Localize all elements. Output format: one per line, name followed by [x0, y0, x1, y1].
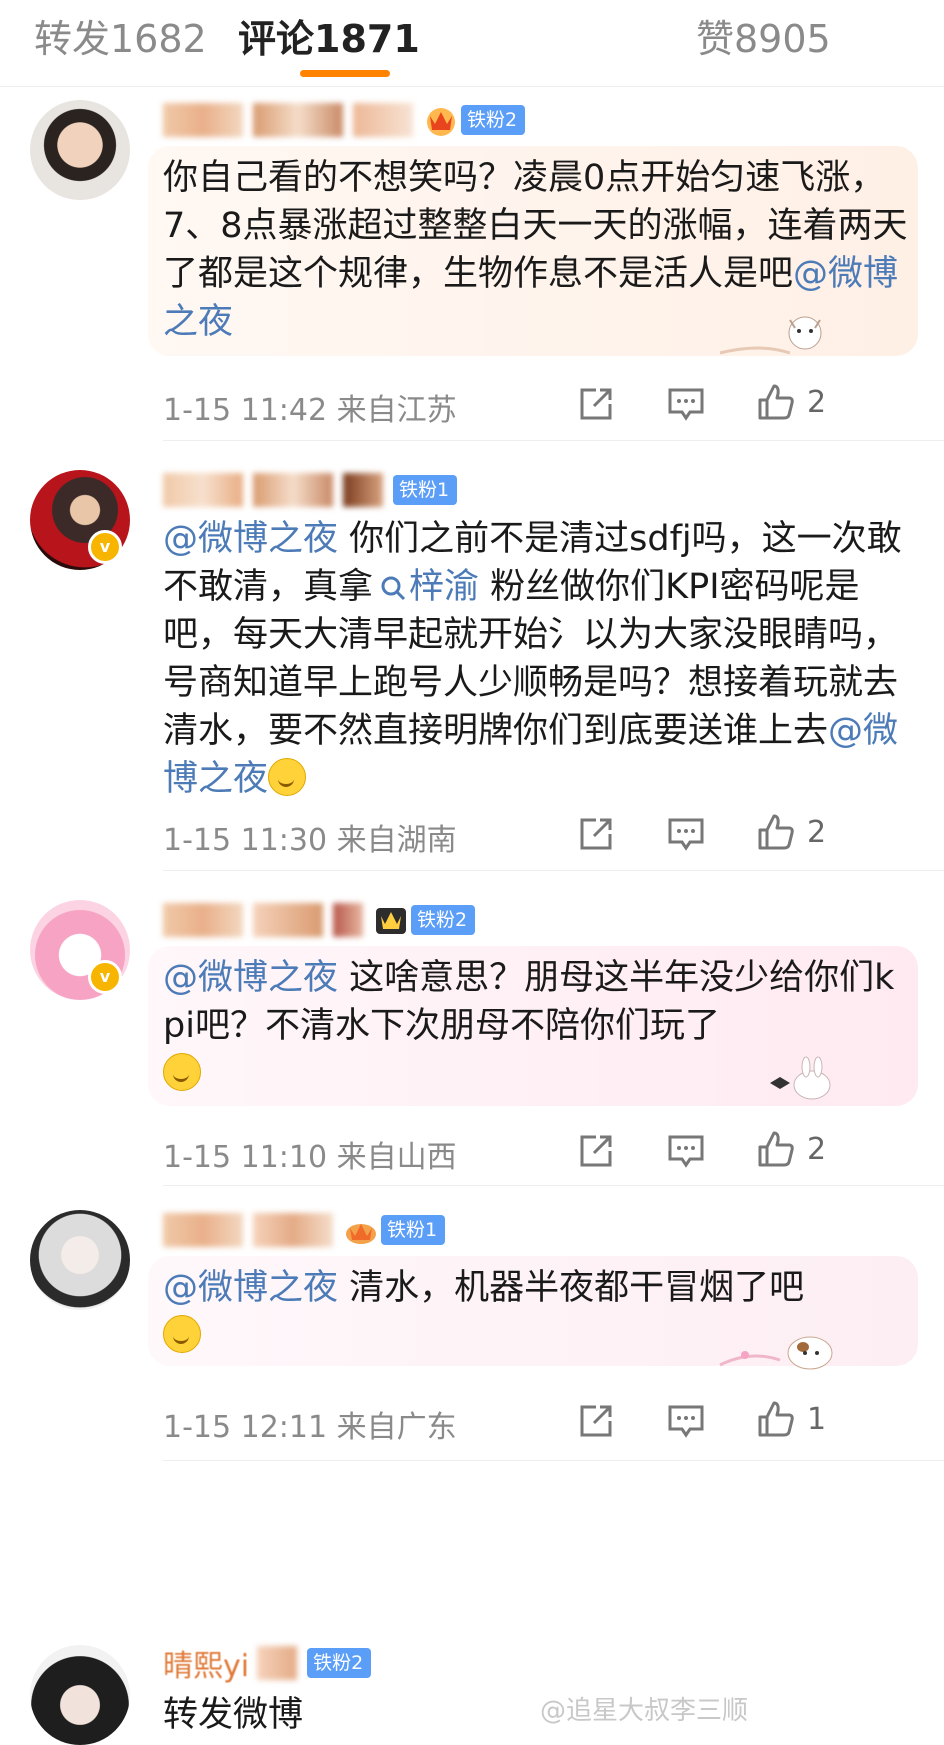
like-icon[interactable] [756, 1129, 796, 1169]
share-icon[interactable] [576, 1131, 616, 1171]
comment-text: 转发微博 [163, 1695, 304, 1735]
username[interactable]: 铁粉1 [163, 1210, 446, 1250]
comment-icon[interactable] [666, 384, 706, 424]
like-count: 2 [807, 385, 827, 420]
like-count: 2 [807, 1132, 827, 1167]
comment-time: 1-15 11:30 来自湖南 [163, 823, 457, 858]
comment-icon[interactable] [666, 1401, 706, 1441]
divider [163, 1460, 944, 1461]
comment-text: @微博之夜 这啥意思？朋母这半年没少给你们kpi吧？不清水下次朋母不陪你们玩了 [163, 954, 913, 1098]
mention-link[interactable]: @微博之夜 [163, 519, 338, 559]
comment-time: 1-15 11:42 来自江苏 [163, 393, 457, 428]
like-count: 1 [807, 1402, 827, 1437]
comment-icon[interactable] [666, 814, 706, 854]
like-icon[interactable] [756, 812, 796, 852]
comment-location: 来自江苏 [336, 393, 457, 428]
smile-emoji-icon [163, 1315, 201, 1353]
search-link[interactable]: 梓渝 [373, 567, 479, 607]
share-icon[interactable] [576, 384, 616, 424]
comment-time: 1-15 11:10 来自山西 [163, 1140, 457, 1175]
username[interactable]: 晴熙yi 铁粉2 [163, 1643, 372, 1684]
crown-icon [427, 108, 455, 136]
avatar[interactable] [30, 100, 130, 200]
active-tab-indicator [300, 70, 390, 77]
divider [163, 1185, 944, 1186]
fan-badge: 铁粉2 [461, 105, 526, 135]
smile-emoji-icon [163, 1053, 201, 1091]
crown-icon [376, 908, 406, 934]
fan-badge: 铁粉2 [411, 905, 476, 935]
tab-comments[interactable]: 评论1871 [238, 8, 420, 63]
comment-item: 晴熙yi 铁粉2 转发微博 [0, 1625, 944, 1745]
like-count: 2 [807, 815, 827, 850]
crown-icon [346, 1224, 376, 1244]
divider [163, 440, 944, 441]
tab-likes[interactable]: 赞8905 [696, 8, 831, 63]
fan-badge: 铁粉1 [393, 475, 458, 505]
comment-text: 你自己看的不想笑吗？凌晨0点开始匀速飞涨，7、8点暴涨超过整整白天一天的涨幅，连… [163, 158, 908, 342]
avatar[interactable] [30, 1645, 130, 1745]
comment-location: 来自广东 [336, 1410, 457, 1445]
share-icon[interactable] [576, 814, 616, 854]
comment-item: 铁粉1 @微博之夜 清水，机器半夜都干冒烟了吧 1-15 12:11 来自广东 … [0, 1190, 944, 1480]
comment-item: 铁粉2 你自己看的不想笑吗？凌晨0点开始匀速飞涨，7、8点暴涨超过整整白天一天的… [0, 80, 944, 441]
divider [163, 870, 944, 871]
username-text: 晴熙yi [163, 1649, 250, 1684]
mention-link[interactable]: @微博之夜 [163, 958, 338, 998]
avatar[interactable] [30, 1210, 130, 1310]
comment-location: 来自山西 [336, 1140, 457, 1175]
watermark: @追星大叔李三顺 [540, 1696, 749, 1726]
vip-badge-icon: v [88, 530, 122, 564]
username[interactable]: 铁粉2 [163, 900, 476, 940]
fan-badge: 铁粉1 [381, 1215, 446, 1245]
smile-emoji-icon [268, 758, 307, 796]
comment-time: 1-15 12:11 来自广东 [163, 1410, 457, 1445]
share-icon[interactable] [576, 1401, 616, 1441]
comment-tabs: 转发1682 评论1871 赞8905 [0, 0, 944, 87]
tab-repost[interactable]: 转发1682 [34, 8, 207, 63]
fan-badge: 铁粉2 [307, 1648, 372, 1678]
comment-text: @微博之夜 你们之前不是清过sdfj吗，这一次敢不敢清，真拿 梓渝 粉丝做你们KP… [163, 519, 902, 799]
vip-badge-icon: v [88, 960, 122, 994]
like-icon[interactable] [756, 1399, 796, 1439]
like-icon[interactable] [756, 382, 796, 422]
comment-text: @微博之夜 清水，机器半夜都干冒烟了吧 [163, 1264, 913, 1360]
comment-item: v 铁粉1 @微博之夜 你们之前不是清过sdfj吗，这一次敢不敢清，真拿 梓渝 粉… [0, 450, 944, 871]
comment-icon[interactable] [666, 1131, 706, 1171]
mention-link[interactable]: @微博之夜 [163, 1268, 338, 1308]
search-icon [381, 576, 406, 601]
comment-location: 来自湖南 [336, 823, 457, 858]
username[interactable]: 铁粉1 [163, 470, 458, 510]
username[interactable]: 铁粉2 [163, 100, 526, 140]
comment-item: v 铁粉2 @微博之夜 这啥意思？朋母这半年没少给你们kpi吧？不清水下次朋母不… [0, 880, 944, 1186]
